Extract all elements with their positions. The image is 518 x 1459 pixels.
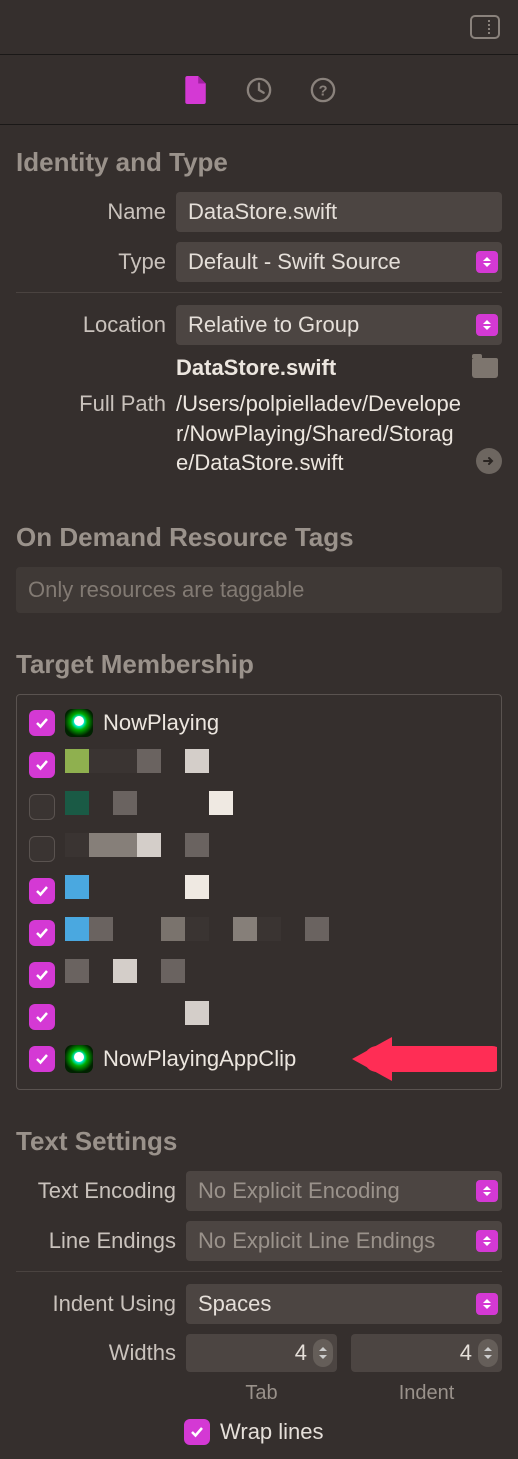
stepper-icon[interactable] [313,1339,333,1367]
type-label: Type [16,249,166,275]
name-input[interactable] [176,192,502,232]
inspector-tab-bar: ? [0,55,518,125]
tab-width-input[interactable]: 4 [186,1334,337,1372]
target-checkbox[interactable] [29,710,55,736]
target-checkbox[interactable] [29,962,55,988]
endings-label: Line Endings [16,1228,176,1254]
target-checkbox[interactable] [29,1004,55,1030]
redacted-icon [65,749,489,781]
encoding-select[interactable]: No Explicit Encoding [186,1171,502,1211]
reveal-in-finder-button[interactable] [476,448,502,474]
tab-sublabel: Tab [186,1382,337,1405]
membership-section: Target Membership NowPlaying [0,627,518,1104]
redacted-icon [65,959,489,991]
wrap-lines-checkbox[interactable] [184,1419,210,1445]
target-checkbox[interactable] [29,752,55,778]
resource-tags-title: On Demand Resource Tags [16,522,502,553]
redacted-icon [65,917,489,949]
history-tab[interactable] [246,77,272,103]
target-label: NowPlayingAppClip [103,1046,296,1072]
encoding-label: Text Encoding [16,1178,176,1204]
target-row [29,959,489,991]
endings-select[interactable]: No Explicit Line Endings [186,1221,502,1261]
membership-title: Target Membership [16,649,502,680]
tags-input: Only resources are taggable [16,567,502,613]
redacted-icon [65,791,489,823]
folder-icon[interactable] [472,358,498,378]
text-settings-title: Text Settings [16,1126,502,1157]
membership-list: NowPlaying [16,694,502,1090]
indent-using-select[interactable]: Spaces [186,1284,502,1324]
target-row [29,875,489,907]
chevron-updown-icon [476,251,498,273]
fullpath-label: Full Path [16,389,166,417]
indent-sublabel: Indent [351,1382,502,1405]
name-label: Name [16,199,166,225]
chevron-updown-icon [476,1230,498,1252]
target-row [29,917,489,949]
svg-text:?: ? [318,83,327,99]
location-label: Location [16,312,166,338]
redacted-icon [65,875,489,907]
app-icon [65,709,93,737]
fullpath-value: /Users/polpielladev/Developer/NowPlaying… [176,389,468,478]
redacted-icon [65,1001,489,1033]
location-select[interactable]: Relative to Group [176,305,502,345]
help-tab[interactable]: ? [310,77,336,103]
target-checkbox[interactable] [29,836,55,862]
target-checkbox[interactable] [29,920,55,946]
chevron-updown-icon [476,1180,498,1202]
chevron-updown-icon [476,1293,498,1315]
callout-arrow-icon [347,1029,497,1089]
top-toolbar [0,0,518,55]
identity-title: Identity and Type [16,147,502,178]
target-row: NowPlaying [29,707,489,739]
target-row [29,833,489,865]
file-display-name: DataStore.swift [176,355,336,381]
stepper-icon[interactable] [478,1339,498,1367]
file-inspector-tab[interactable] [182,77,208,103]
chevron-updown-icon [476,314,498,336]
target-checkbox[interactable] [29,1046,55,1072]
widths-label: Widths [16,1340,176,1366]
divider [16,292,502,293]
resource-tags-section: On Demand Resource Tags Only resources a… [0,500,518,627]
divider [16,1271,502,1272]
redacted-icon [65,833,489,865]
target-row [29,791,489,823]
app-icon [65,1045,93,1073]
indent-width-input[interactable]: 4 [351,1334,502,1372]
type-select[interactable]: Default - Swift Source [176,242,502,282]
target-checkbox[interactable] [29,794,55,820]
target-label: NowPlaying [103,710,219,736]
wrap-lines-label: Wrap lines [220,1419,324,1445]
indent-using-label: Indent Using [16,1291,176,1317]
identity-section: Identity and Type Name Type Default - Sw… [0,125,518,500]
target-row: NowPlayingAppClip [29,1043,489,1075]
target-row [29,1001,489,1033]
target-row [29,749,489,781]
panel-toggle-icon[interactable] [470,15,500,39]
target-checkbox[interactable] [29,878,55,904]
text-settings-section: Text Settings Text Encoding No Explicit … [0,1104,518,1459]
